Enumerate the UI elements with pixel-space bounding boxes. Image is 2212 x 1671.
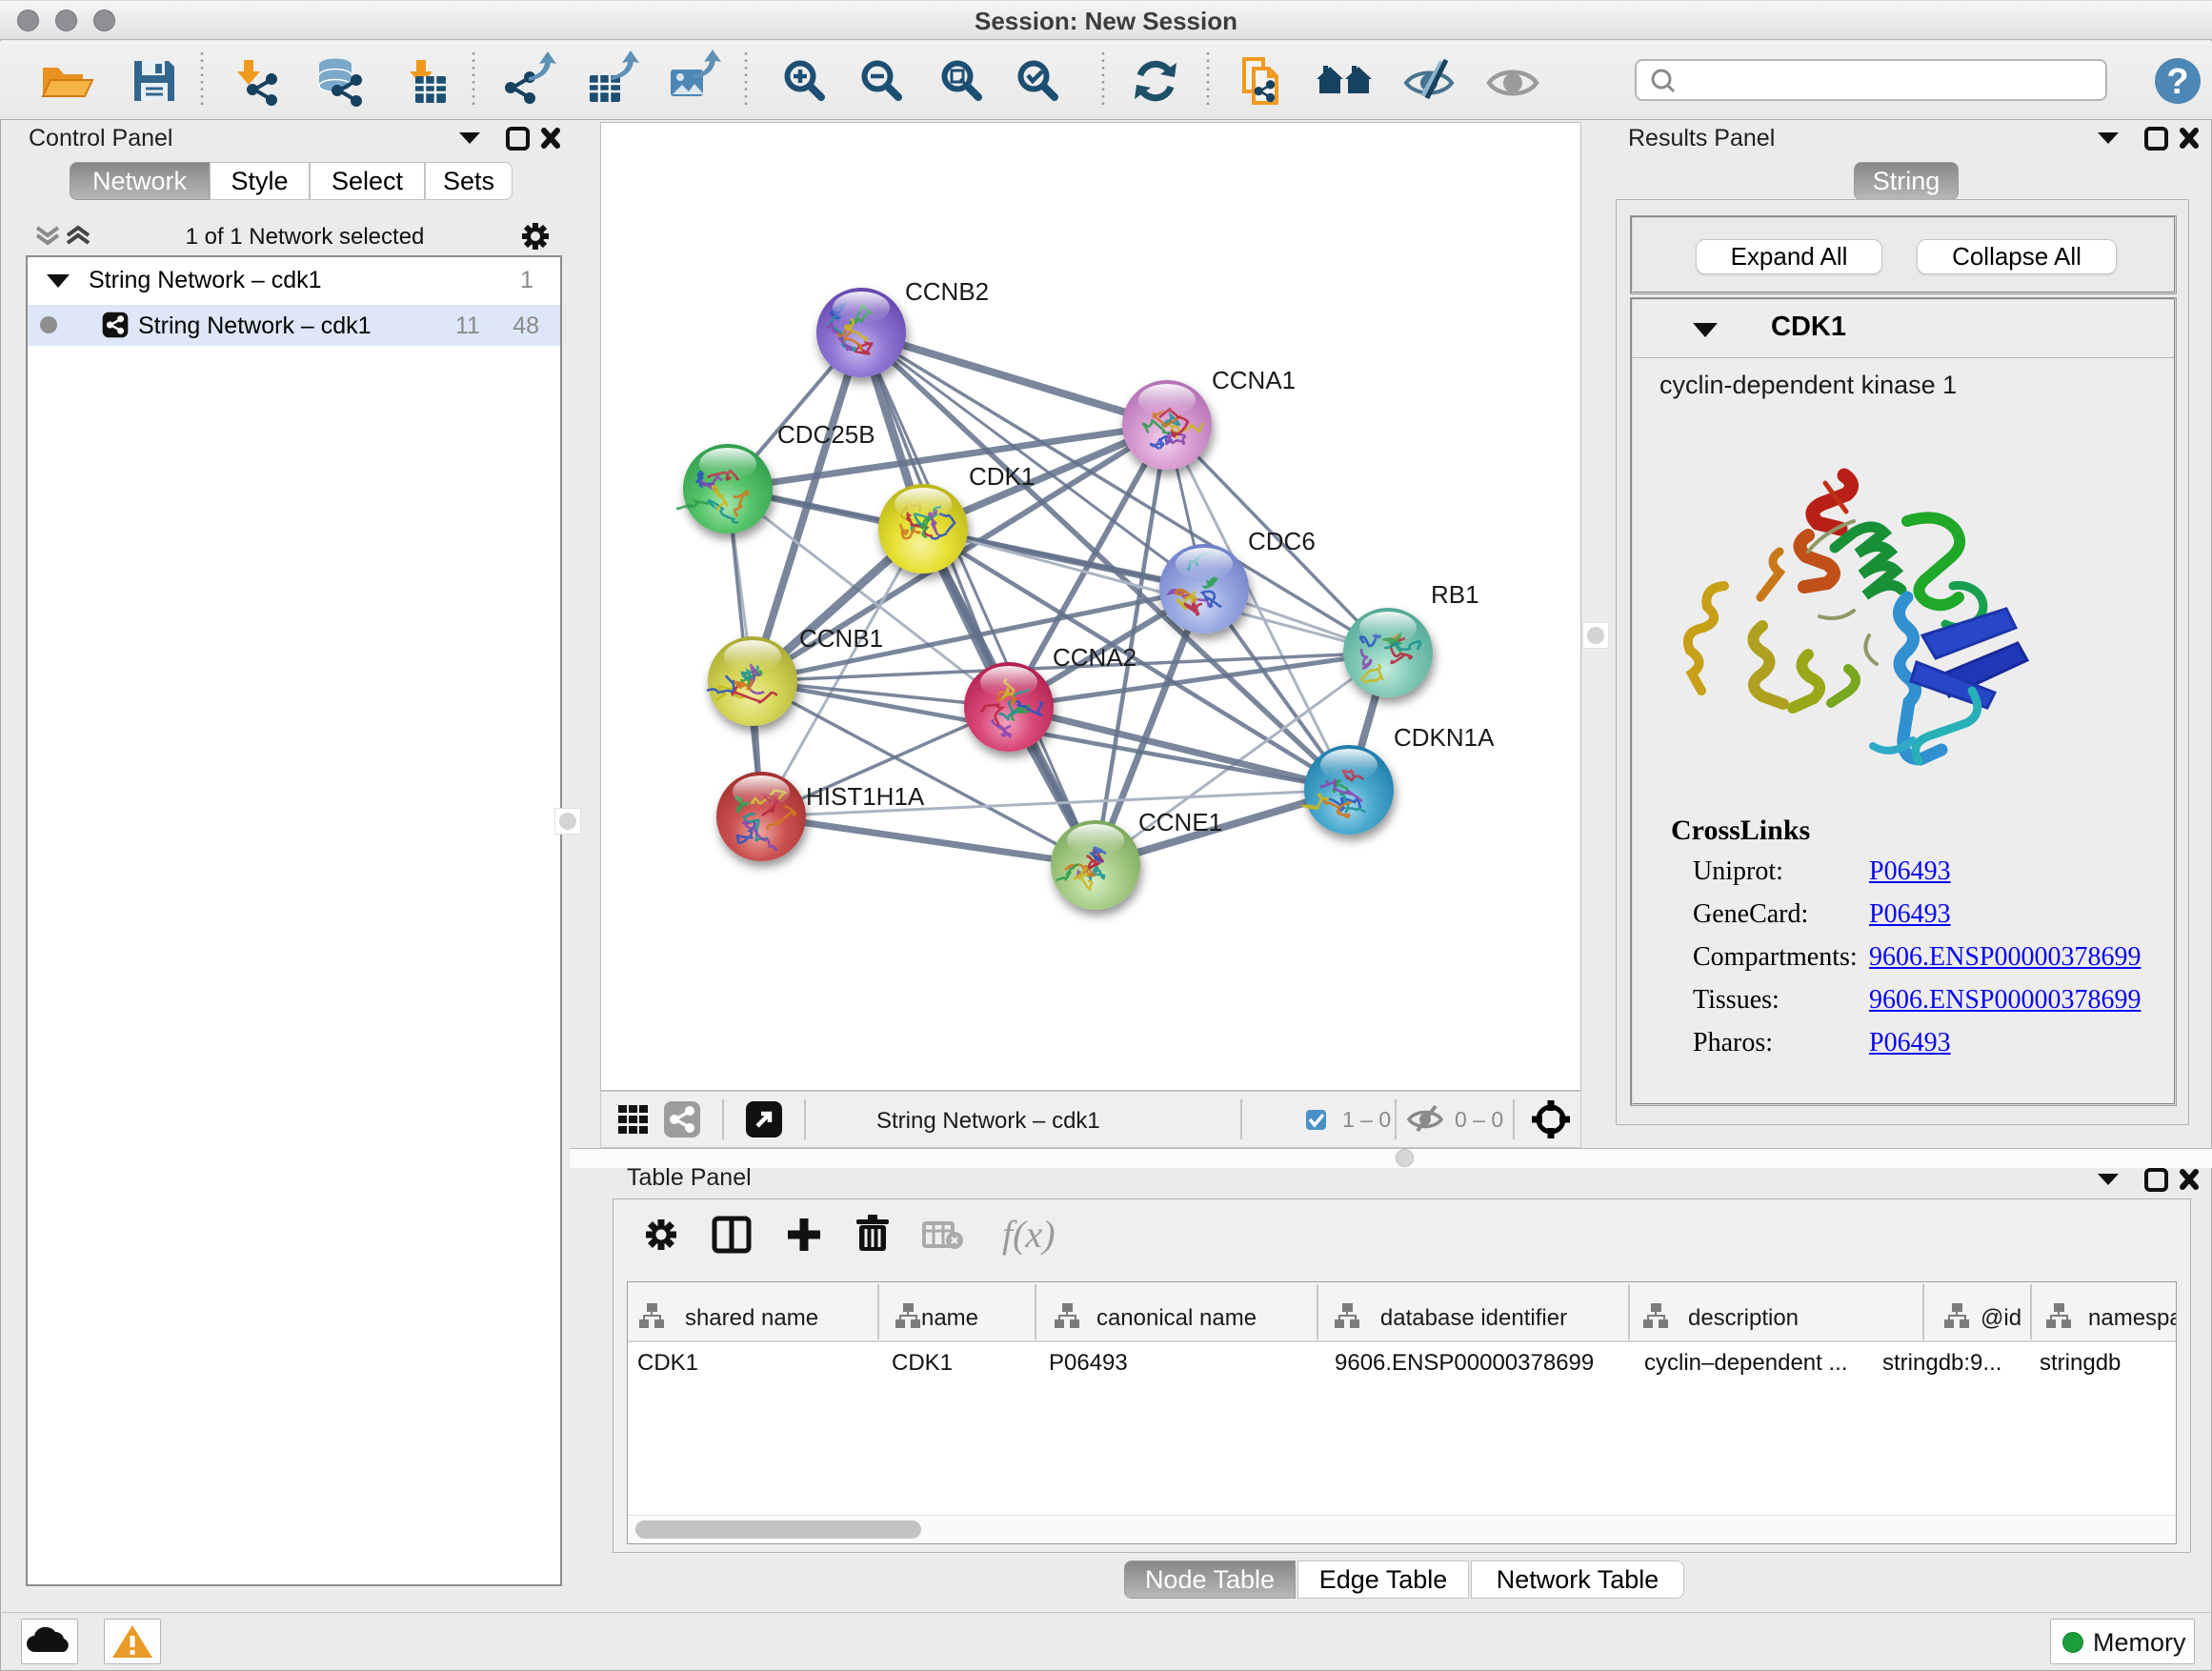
svg-text:CCNA1: CCNA1	[1212, 366, 1296, 394]
svg-text:canonical name: canonical name	[1096, 1305, 1257, 1331]
svg-text:HIST1H1A: HIST1H1A	[806, 782, 925, 811]
svg-text:@id: @id	[1981, 1305, 2021, 1331]
svg-text:CDKN1A: CDKN1A	[1394, 723, 1495, 752]
svg-text:name: name	[921, 1305, 978, 1331]
svg-text:CDC25B: CDC25B	[777, 420, 875, 449]
svg-text:9606.ENSP00000378699: 9606.ENSP00000378699	[1335, 1350, 1594, 1376]
svg-text:1 – 0: 1 – 0	[1342, 1107, 1391, 1132]
svg-text:RB1: RB1	[1431, 580, 1479, 609]
svg-text:description: description	[1688, 1305, 1799, 1331]
svg-text:stringdb: stringdb	[2040, 1350, 2121, 1376]
svg-text:namespac: namespac	[2088, 1305, 2176, 1331]
svg-text:CCNB1: CCNB1	[799, 624, 883, 653]
svg-text:CCNA2: CCNA2	[1053, 643, 1136, 672]
svg-text:CDK1: CDK1	[892, 1350, 953, 1376]
svg-text:1 of 1 Network selected: 1 of 1 Network selected	[186, 224, 425, 250]
svg-text:P06493: P06493	[1049, 1350, 1128, 1376]
svg-text:CCNB2: CCNB2	[905, 277, 989, 306]
svg-text:?: ?	[2166, 62, 2188, 102]
svg-text:CDK1: CDK1	[969, 462, 1035, 491]
svg-text:String Network – cdk1: String Network – cdk1	[876, 1108, 1100, 1134]
svg-text:CCNE1: CCNE1	[1138, 808, 1222, 836]
svg-text:stringdb:9...: stringdb:9...	[1882, 1350, 2001, 1376]
svg-text:CDC6: CDC6	[1248, 527, 1316, 555]
svg-text:CDK1: CDK1	[637, 1350, 698, 1376]
svg-text:shared name: shared name	[685, 1305, 818, 1331]
svg-text:0 – 0: 0 – 0	[1455, 1107, 1503, 1132]
svg-text:database identifier: database identifier	[1380, 1305, 1567, 1331]
svg-text:cyclin–dependent ...: cyclin–dependent ...	[1644, 1350, 1847, 1376]
svg-text:f(x): f(x)	[1002, 1213, 1056, 1256]
